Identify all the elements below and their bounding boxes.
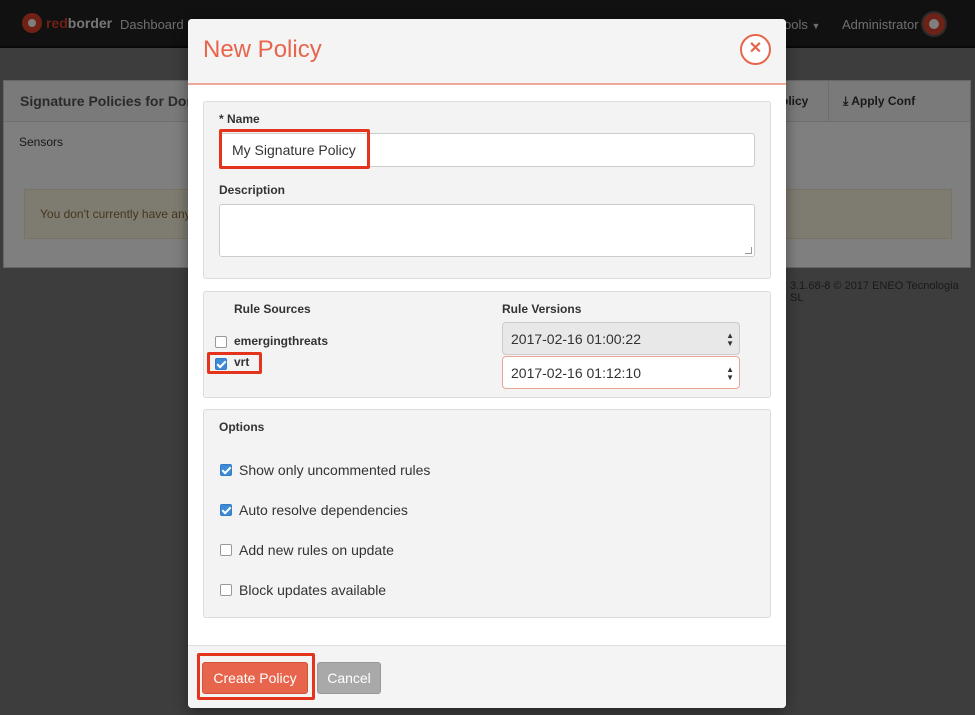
emergingthreats-version-select[interactable]: 2017-02-16 01:00:22 ▲ ▼: [502, 322, 740, 355]
rule-sources-label: Rule Sources: [234, 302, 311, 316]
name-label: * Name: [219, 112, 260, 126]
modal-title: New Policy: [203, 36, 322, 63]
rule-versions-label: Rule Versions: [502, 302, 582, 316]
emergingthreats-checkbox[interactable]: [215, 336, 227, 348]
name-input[interactable]: [219, 133, 755, 167]
close-button[interactable]: ✕: [740, 34, 771, 65]
vrt-label: vrt: [234, 355, 250, 369]
block-updates-checkbox[interactable]: [220, 584, 232, 596]
options-label: Options: [219, 420, 265, 434]
close-icon: ✕: [748, 40, 763, 57]
description-textarea[interactable]: [219, 204, 755, 257]
add-new-rules-checkbox[interactable]: [220, 544, 232, 556]
rules-section: Rule Sources Rule Versions emergingthrea…: [203, 291, 771, 398]
vrt-version-select[interactable]: 2017-02-16 01:12:10 ▲ ▼: [502, 356, 740, 389]
vrt-version-value: 2017-02-16 01:12:10: [511, 365, 641, 381]
emergingthreats-version-value: 2017-02-16 01:00:22: [511, 331, 641, 347]
description-label: Description: [219, 183, 286, 197]
emergingthreats-label: emergingthreats: [234, 334, 329, 348]
modal-header: New Policy ✕: [188, 19, 786, 85]
new-policy-modal: New Policy ✕ * Name Description Rule Sou…: [188, 19, 786, 708]
resize-handle-icon[interactable]: [745, 247, 752, 254]
auto-resolve-label: Auto resolve dependencies: [239, 502, 408, 518]
block-updates-label: Block updates available: [239, 582, 387, 598]
options-section: Options Show only uncommented rules Auto…: [203, 409, 771, 618]
auto-resolve-checkbox[interactable]: [220, 504, 232, 516]
general-section: * Name Description: [203, 101, 771, 279]
add-new-rules-label: Add new rules on update: [239, 542, 394, 558]
select-arrows-icon: ▲ ▼: [726, 365, 734, 382]
select-arrows-icon: ▲ ▼: [726, 331, 734, 348]
show-uncommented-label: Show only uncommented rules: [239, 462, 431, 478]
show-uncommented-checkbox[interactable]: [220, 464, 232, 476]
modal-footer: Create Policy Cancel: [188, 645, 786, 708]
cancel-button[interactable]: Cancel: [317, 662, 381, 694]
create-policy-button[interactable]: Create Policy: [202, 662, 308, 694]
vrt-checkbox[interactable]: [215, 358, 227, 370]
